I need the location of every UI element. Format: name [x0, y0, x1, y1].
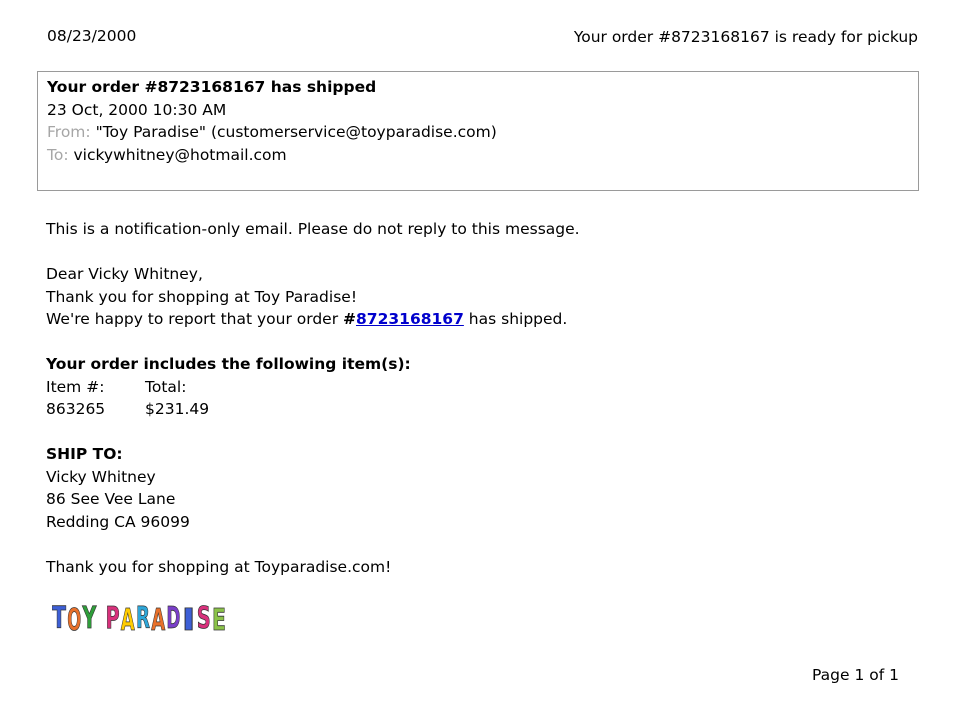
- page-number: Page 1 of 1: [812, 666, 899, 684]
- logo-letter: E: [212, 603, 226, 636]
- email-body: This is a notification-only email. Pleas…: [46, 218, 906, 578]
- total-col-header: Total:: [145, 377, 187, 396]
- to-value: vickywhitney@hotmail.com: [73, 145, 287, 164]
- to-label: To:: [47, 145, 69, 164]
- logo-letter: S: [197, 601, 211, 636]
- order-number-link[interactable]: 8723168167: [356, 310, 464, 328]
- item-col-header: Item #:: [46, 377, 105, 396]
- page-subject-line: Your order #8723168167 is ready for pick…: [573, 28, 918, 46]
- ship-city: Redding CA 96099: [46, 512, 190, 531]
- toy-paradise-logo: TOYPARADISE: [52, 601, 226, 636]
- ship-to-heading: SHIP TO:: [46, 445, 123, 463]
- logo-letter: T: [52, 601, 66, 636]
- order-hash: #: [343, 310, 357, 328]
- item-row: 863265 $231.49: [46, 398, 906, 421]
- logo-letter: R: [136, 601, 150, 636]
- logo-letter: I: [182, 603, 196, 636]
- logo-letter: P: [106, 601, 120, 636]
- item-total: $231.49: [145, 400, 210, 418]
- ship-street: 86 See Vee Lane: [46, 490, 176, 508]
- logo-letter: D: [166, 601, 180, 636]
- ship-name: Vicky Whitney: [46, 467, 156, 486]
- from-label: From:: [47, 123, 91, 141]
- items-header-row: Item #: Total:: [46, 376, 906, 399]
- from-value: "Toy Paradise" (customerservice@toyparad…: [95, 123, 497, 141]
- items-heading: Your order includes the following item(s…: [46, 355, 411, 373]
- item-number: 863265: [46, 400, 106, 418]
- email-datetime: 23 Oct, 2000 10:30 AM: [47, 100, 227, 119]
- logo-letter: A: [151, 603, 165, 636]
- shipped-suffix: has shipped.: [463, 310, 568, 328]
- closing-line: Thank you for shopping at Toyparadise.co…: [46, 557, 392, 576]
- greeting: Dear Vicky Whitney,: [46, 265, 203, 283]
- page-date: 08/23/2000: [47, 27, 137, 45]
- logo-letter: Y: [82, 601, 97, 636]
- logo-letter: O: [67, 603, 81, 636]
- email-subject: Your order #8723168167 has shipped: [47, 78, 377, 96]
- notification-notice: This is a notification-only email. Pleas…: [46, 220, 580, 238]
- thanks-line: Thank you for shopping at Toy Paradise!: [46, 287, 358, 306]
- email-header-box: Your order #8723168167 has shipped 23 Oc…: [37, 71, 919, 191]
- email-to-row: To: vickywhitney@hotmail.com: [47, 144, 909, 167]
- shipped-line: We're happy to report that your order #8…: [46, 308, 906, 331]
- logo-letter: A: [121, 603, 135, 636]
- email-from-row: From: "Toy Paradise" (customerservice@to…: [47, 121, 909, 144]
- shipped-prefix: We're happy to report that your order: [46, 310, 344, 328]
